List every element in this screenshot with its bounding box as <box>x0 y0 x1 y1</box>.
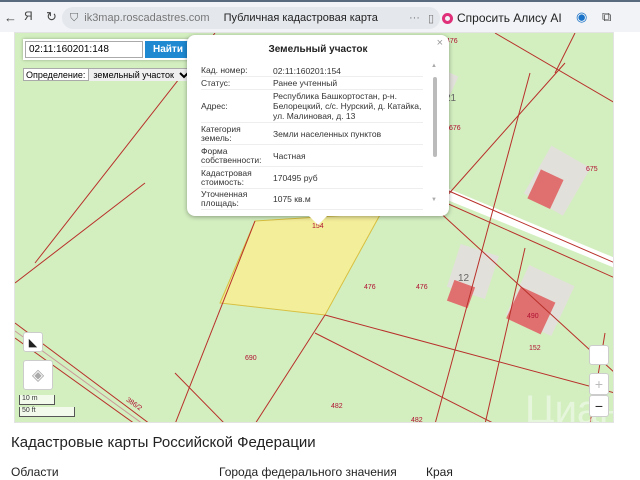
parcel-label: 482 <box>331 403 343 410</box>
popup-scrollbar[interactable]: ▲ ▼ <box>431 63 439 203</box>
info-value: Республика Башкортостан, р-н. Белорецкий… <box>273 91 422 121</box>
definition-label: Определение: <box>26 69 86 80</box>
alice-button[interactable]: Спросить Алису AI <box>442 7 562 29</box>
more-icon[interactable]: ··· <box>409 12 420 24</box>
house-number: 12 <box>458 273 470 284</box>
info-row: Категория земель: Земли населенных пункто… <box>201 123 423 145</box>
vpn-icon[interactable]: ◉ <box>576 9 587 25</box>
url-text: ik3map.roscadastres.com <box>84 12 210 24</box>
info-row: Статус: Ранее учтенный <box>201 77 423 90</box>
info-row: Кад. номер: 02:11:160201:154 <box>201 65 423 77</box>
definition-select[interactable]: земельный участок <box>88 68 193 81</box>
parcel-label: 490 <box>527 313 539 320</box>
corner-icon: ◣ <box>28 336 38 349</box>
info-row: Уточненная площадь: 1075 кв.м <box>201 189 423 210</box>
scroll-thumb[interactable] <box>433 77 437 157</box>
info-row: Кадастровая стоимость: 170495 руб <box>201 167 423 189</box>
parcel-label: 476 <box>416 284 428 291</box>
info-row: Форма собственности: Частная <box>201 145 423 167</box>
scale-feet: 50 ft <box>19 407 75 417</box>
info-value: Ранее учтенный <box>273 78 338 88</box>
scroll-down-icon[interactable]: ▼ <box>431 197 437 203</box>
zoom-in-button[interactable]: + <box>589 373 609 395</box>
info-key: Уточненная площадь: <box>201 189 248 208</box>
alice-icon <box>442 12 453 24</box>
info-key: Кадастровая стоимость: <box>201 167 252 187</box>
column-regions[interactable]: Области <box>11 465 59 479</box>
parcel-label: 482 <box>411 417 423 423</box>
parcel-label: 152 <box>529 345 541 352</box>
search-form: Найти <box>23 39 193 60</box>
section-title: Кадастровые карты Российской Федерации <box>11 434 316 451</box>
parcel-label: 676 <box>449 125 461 132</box>
info-value: 1075 кв.м <box>273 194 311 204</box>
parcel-label: 690 <box>245 355 257 362</box>
cadastral-search-input[interactable] <box>25 41 143 58</box>
column-federal-cities[interactable]: Города федерального значения <box>219 465 397 479</box>
close-icon[interactable]: × <box>437 37 443 49</box>
layers-icon: ◈ <box>31 367 45 384</box>
info-value: 02:11:160201:154 <box>273 65 341 76</box>
popup-title: Земельный участок <box>268 44 368 55</box>
info-key: Кад. номер: <box>201 65 248 75</box>
zoom-out-button[interactable]: − <box>589 395 609 417</box>
find-button[interactable]: Найти <box>145 41 191 58</box>
info-row: Адрес: Республика Башкортостан, р-н. Бело… <box>201 90 423 123</box>
page-title: Публичная кадастровая карта <box>223 12 378 24</box>
parcel-info-popup: Земельный участок × Кад. номер: 02:11:160… <box>187 35 449 225</box>
info-value: Частная <box>273 150 306 161</box>
definition-selector: Определение: земельный участок <box>23 68 194 81</box>
info-value: 170495 руб <box>273 172 318 183</box>
map-view[interactable]: Циан 476 676 675 154 476 476 12 490 152 … <box>14 32 614 423</box>
info-key: Адрес: <box>201 100 228 111</box>
reload-icon[interactable]: ↻ <box>46 9 57 25</box>
selected-parcel[interactable] <box>219 212 382 316</box>
info-key: Категория земель: <box>201 123 241 143</box>
scroll-up-icon[interactable]: ▲ <box>431 63 437 69</box>
column-krai[interactable]: Края <box>426 465 453 479</box>
yandex-icon[interactable]: Я <box>24 9 33 23</box>
browser-toolbar: ← Я ↻ ⛉ ik3map.roscadastres.com Публична… <box>0 0 640 32</box>
layers-button[interactable]: ◈ <box>23 360 53 390</box>
info-key: Форма собственности: <box>201 145 262 165</box>
info-key: Статус: <box>201 77 231 88</box>
bookmark-icon[interactable]: ▯ <box>428 12 434 25</box>
shield-icon: ⛉ <box>70 11 79 24</box>
parcel-info-table: Кад. номер: 02:11:160201:154 Статус: Ранее… <box>201 65 423 210</box>
info-value: Земли населенных пунктов <box>273 128 382 139</box>
parcel-label: 476 <box>364 284 376 291</box>
scale-meters: 10 m <box>19 395 55 405</box>
back-icon[interactable]: ← <box>4 10 17 25</box>
alice-label: Спросить Алису AI <box>457 11 562 25</box>
locate-button[interactable] <box>589 345 609 365</box>
extensions-icon[interactable]: ⧉ <box>602 9 611 25</box>
address-bar[interactable]: ⛉ ik3map.roscadastres.com Публичная када… <box>62 7 440 29</box>
fullscreen-button[interactable]: ◣ <box>23 332 43 352</box>
parcel-label: 675 <box>586 166 598 173</box>
